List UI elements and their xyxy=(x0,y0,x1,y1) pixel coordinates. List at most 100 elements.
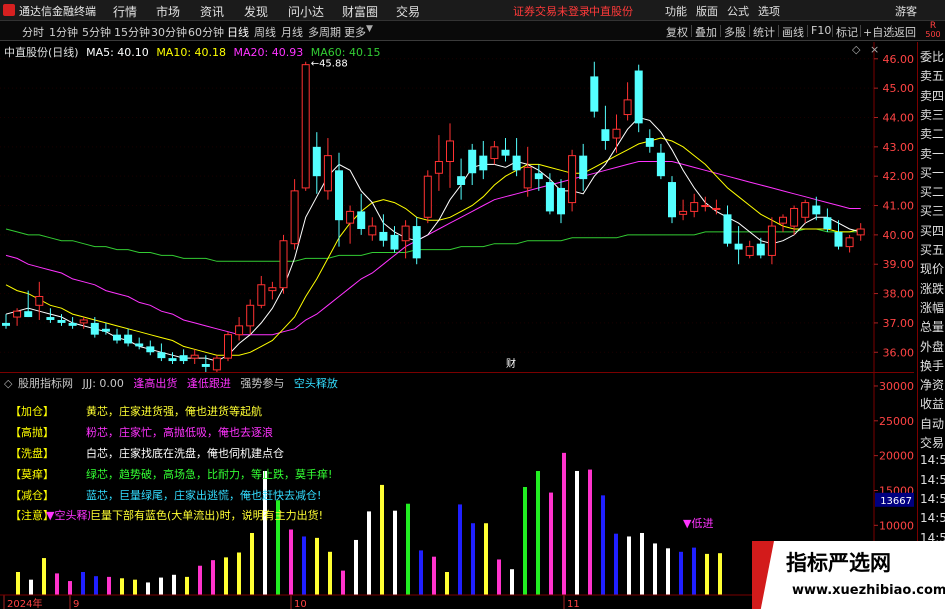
candlestick-chart[interactable]: 46.00 45.00 44.00 43.00 42.00 41.00 40.00 39.00… xyxy=(0,42,914,372)
candle-down[interactable] xyxy=(124,328,133,347)
candle-up[interactable] xyxy=(279,234,288,294)
menu-item-market[interactable]: 市场 xyxy=(156,3,180,20)
candle-up[interactable] xyxy=(423,170,432,224)
candle-up[interactable] xyxy=(523,146,532,197)
candle-down[interactable] xyxy=(46,308,55,323)
candle-up[interactable] xyxy=(368,217,377,241)
candle-up[interactable] xyxy=(235,317,244,341)
menu-item-news[interactable]: 资讯 xyxy=(200,3,224,20)
candle-down[interactable] xyxy=(146,340,155,356)
candle-up[interactable] xyxy=(790,205,799,235)
candle-down[interactable] xyxy=(113,328,121,344)
candle-up[interactable] xyxy=(246,299,255,335)
candle-up[interactable] xyxy=(257,275,266,309)
candle-down[interactable] xyxy=(357,193,366,235)
more-dropdown-icon[interactable]: ▼ xyxy=(366,24,373,34)
candle-down[interactable] xyxy=(379,214,388,247)
tab-more[interactable]: 更多 xyxy=(344,24,366,40)
tab-weekly[interactable]: 周线 xyxy=(254,24,276,40)
candle-down[interactable] xyxy=(68,317,77,329)
candle-down[interactable] xyxy=(579,143,588,191)
candle-down[interactable] xyxy=(756,237,765,259)
menu-item-trade[interactable]: 交易 xyxy=(396,3,420,20)
menu-formula[interactable]: 公式 xyxy=(727,3,749,19)
menu-item-wealth-circle[interactable]: 财富圈 xyxy=(342,3,378,20)
candle-up[interactable] xyxy=(767,217,776,265)
tab-monthly[interactable]: 月线 xyxy=(281,24,303,40)
candle-up[interactable] xyxy=(612,114,621,153)
candle-down[interactable] xyxy=(312,132,321,194)
candle-down[interactable] xyxy=(645,129,654,153)
candle-up[interactable] xyxy=(845,234,854,253)
statistics-button[interactable]: 统计 xyxy=(753,24,775,40)
close-icon[interactable]: × xyxy=(870,43,879,56)
tab-15min[interactable]: 15分钟 xyxy=(114,24,150,40)
candle-up[interactable] xyxy=(712,199,721,215)
menu-options[interactable]: 选项 xyxy=(758,3,780,19)
candle-down[interactable] xyxy=(179,349,188,364)
candle-up[interactable] xyxy=(224,331,232,362)
candle-up[interactable] xyxy=(35,281,44,320)
candle-down[interactable] xyxy=(545,173,554,215)
candle-down[interactable] xyxy=(457,158,466,200)
candle-down[interactable] xyxy=(468,143,477,185)
candle-down[interactable] xyxy=(634,64,643,133)
candle-up[interactable] xyxy=(856,223,865,241)
adjust-price-button[interactable]: 复权 xyxy=(666,24,688,40)
candle-up[interactable] xyxy=(446,123,454,188)
candle-down[interactable] xyxy=(668,176,676,224)
trade-login-status[interactable]: 证券交易未登录 xyxy=(513,3,590,19)
menu-item-quotes[interactable]: 行情 xyxy=(113,3,137,20)
add-watchlist-button[interactable]: +自选 xyxy=(863,24,894,40)
tab-30min[interactable]: 30分钟 xyxy=(151,24,187,40)
right-badge[interactable]: R 500 xyxy=(921,22,945,40)
candle-up[interactable] xyxy=(323,138,332,200)
candle-up[interactable] xyxy=(679,199,688,221)
f10-button[interactable]: F10 xyxy=(811,24,831,37)
candle-up[interactable] xyxy=(434,135,443,191)
candle-down[interactable] xyxy=(90,317,99,338)
tab-daily[interactable]: 日线 xyxy=(227,24,249,40)
candle-up[interactable] xyxy=(801,199,810,224)
mark-button[interactable]: 标记 xyxy=(836,24,858,40)
overlay-button[interactable]: 叠加 xyxy=(695,24,717,40)
candle-up[interactable] xyxy=(490,140,499,165)
menu-item-ask[interactable]: 问小达 xyxy=(288,3,324,20)
candle-down[interactable] xyxy=(557,179,565,224)
candle-up[interactable] xyxy=(290,179,299,250)
tab-60min[interactable]: 60分钟 xyxy=(188,24,224,40)
candle-up[interactable] xyxy=(779,214,787,232)
multi-stock-button[interactable]: 多股 xyxy=(724,24,746,40)
candle-down[interactable] xyxy=(512,138,521,177)
diamond-icon[interactable]: ◇ xyxy=(852,43,860,56)
candle-up[interactable] xyxy=(690,193,699,218)
menu-layout[interactable]: 版面 xyxy=(696,3,718,19)
candle-up[interactable] xyxy=(212,355,221,372)
indicator-dropdown-icon[interactable]: ◇ xyxy=(4,377,12,390)
candle-down[interactable] xyxy=(412,217,421,265)
candle-up[interactable] xyxy=(190,349,199,364)
menu-item-discover[interactable]: 发现 xyxy=(244,3,268,20)
candle-down[interactable] xyxy=(823,208,832,232)
candle-down[interactable] xyxy=(656,143,665,180)
candle-down[interactable] xyxy=(601,105,610,150)
back-button[interactable]: 返回 xyxy=(894,24,916,40)
candle-up[interactable] xyxy=(268,281,277,300)
indicator-name[interactable]: 股朋指标网 xyxy=(18,377,73,390)
candle-up[interactable] xyxy=(568,149,577,212)
tab-intraday[interactable]: 分时 xyxy=(22,24,44,40)
tab-5min[interactable]: 5分钟 xyxy=(82,24,111,40)
menu-function[interactable]: 功能 xyxy=(665,3,687,19)
guest-user-label[interactable]: 游客 xyxy=(895,3,917,19)
candle-up[interactable] xyxy=(745,240,754,259)
tab-multi-period[interactable]: 多周期 xyxy=(308,24,341,40)
candle-down[interactable] xyxy=(590,61,599,118)
draw-line-button[interactable]: 画线 xyxy=(782,24,804,40)
candle-up[interactable] xyxy=(346,205,355,244)
candle-down[interactable] xyxy=(501,138,510,162)
candle-down[interactable] xyxy=(723,205,732,247)
candle-up[interactable] xyxy=(301,61,310,191)
candle-up[interactable] xyxy=(623,82,632,121)
candle-up[interactable] xyxy=(13,308,22,326)
candle-down[interactable] xyxy=(2,314,10,329)
